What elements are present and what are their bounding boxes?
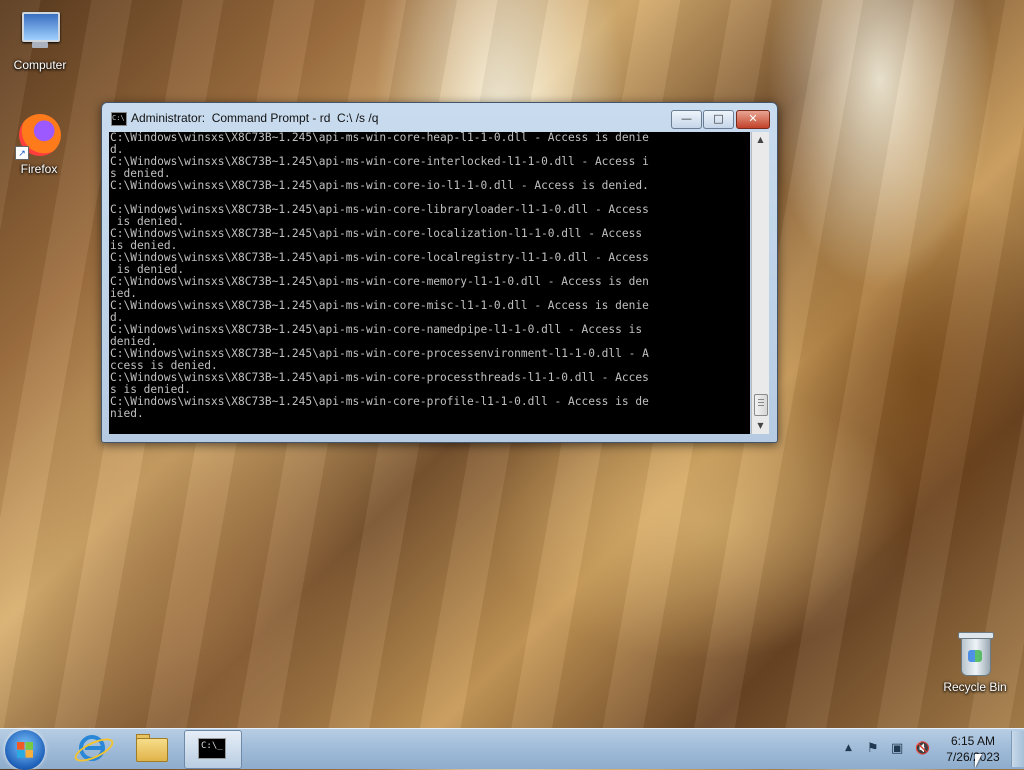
- network-icon[interactable]: ▣: [891, 741, 903, 756]
- window-title: Administrator: Command Prompt - rd C:\ /…: [131, 111, 379, 125]
- action-center-flag-icon[interactable]: ⚑: [867, 741, 879, 756]
- taskbar: C:\_ ▲ ⚑ ▣ 🔇 6:15 AM 7/26/2023: [0, 728, 1024, 770]
- desktop-icon-computer[interactable]: Computer: [0, 8, 80, 72]
- minimize-button[interactable]: —: [671, 110, 702, 129]
- scroll-down-arrow-icon[interactable]: ▼: [752, 418, 769, 434]
- clock-date: 7/26/2023: [946, 750, 1000, 764]
- taskbar-internet-explorer[interactable]: [62, 730, 118, 767]
- start-button[interactable]: [5, 730, 45, 770]
- desktop-icon-recycle-bin[interactable]: Recycle Bin: [935, 630, 1015, 694]
- recycle-bin-icon: [951, 630, 999, 678]
- clock-time: 6:15 AM: [950, 734, 996, 748]
- file-explorer-icon: [136, 738, 168, 762]
- desktop-icon-label: Recycle Bin: [943, 680, 1007, 694]
- scroll-up-arrow-icon[interactable]: ▲: [752, 132, 769, 148]
- desktop-icon-label: Computer: [13, 58, 67, 72]
- show-desktop-button[interactable]: [1011, 731, 1024, 767]
- mouse-cursor-icon: [975, 754, 982, 768]
- desktop-icon-firefox[interactable]: ↗ Firefox: [0, 112, 79, 176]
- shortcut-arrow-icon: ↗: [15, 146, 29, 160]
- command-prompt-icon: C:\_: [198, 738, 226, 759]
- show-hidden-icons-icon[interactable]: ▲: [845, 743, 852, 753]
- window-titlebar[interactable]: C:\ Administrator: Command Prompt - rd C…: [102, 103, 777, 133]
- volume-muted-icon[interactable]: 🔇: [915, 741, 930, 755]
- computer-icon: [16, 8, 64, 56]
- windows-start-icon: [17, 742, 33, 758]
- close-button[interactable]: ✕: [736, 110, 770, 129]
- clock[interactable]: 6:15 AM 7/26/2023: [944, 733, 1002, 765]
- command-prompt-icon: C:\: [111, 112, 127, 126]
- taskbar-command-prompt[interactable]: C:\_: [184, 730, 242, 769]
- vertical-scrollbar[interactable]: ▲ ▼: [751, 132, 769, 434]
- console-output[interactable]: C:\Windows\winsxs\X8C73B~1.245\api-ms-wi…: [109, 132, 750, 434]
- maximize-button[interactable]: □: [703, 110, 734, 129]
- scrollbar-thumb[interactable]: [754, 394, 768, 416]
- console-text: C:\Windows\winsxs\X8C73B~1.245\api-ms-wi…: [110, 132, 649, 420]
- command-prompt-window[interactable]: C:\ Administrator: Command Prompt - rd C…: [101, 102, 778, 443]
- desktop-icon-label: Firefox: [20, 162, 58, 176]
- taskbar-file-explorer[interactable]: [122, 730, 178, 767]
- firefox-icon: ↗: [15, 112, 63, 160]
